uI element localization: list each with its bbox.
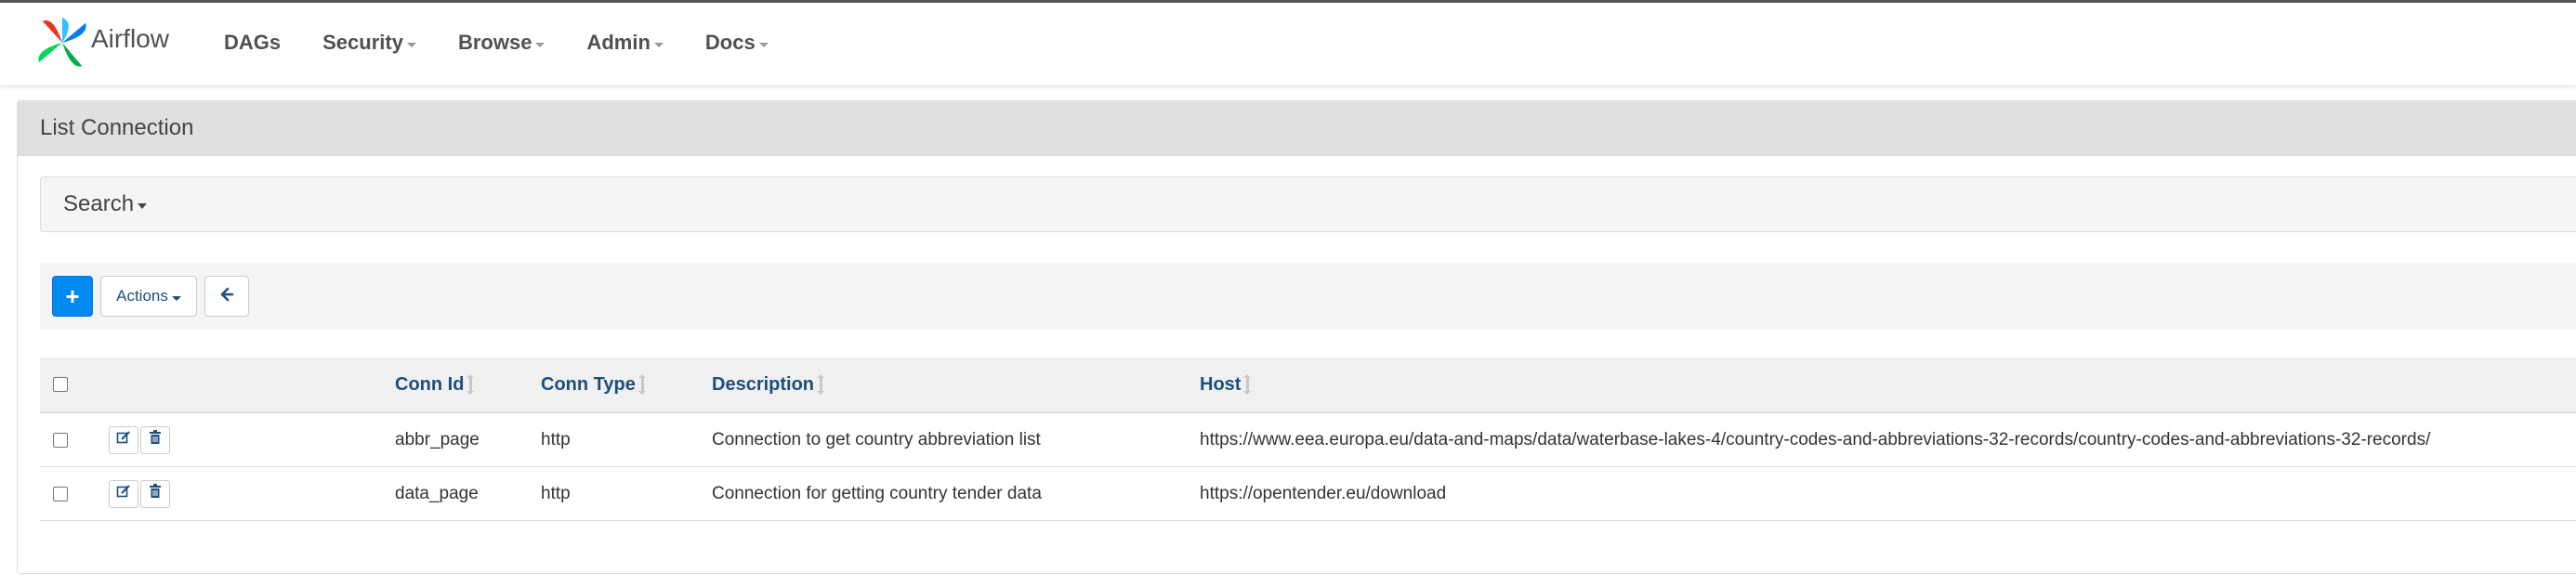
host-cell: https://www.eea.europa.eu/data-and-maps/… xyxy=(1200,429,2431,449)
row-select-cell xyxy=(53,413,68,466)
delete-record-button[interactable] xyxy=(140,425,170,454)
nav-item-dags[interactable]: DAGs xyxy=(224,31,281,55)
conn-type-cell: http xyxy=(541,429,571,449)
edit-icon xyxy=(116,430,131,450)
top-navbar: Airflow DAGs Security Browse Admin Docs xyxy=(0,0,2576,86)
table-header: Conn Id Conn Type Description Host xyxy=(40,358,2576,413)
chevron-down-icon xyxy=(535,42,545,47)
delete-record-button[interactable] xyxy=(140,479,170,508)
list-connection-panel: List Connection Search + Actions Conn Id xyxy=(17,100,2576,574)
search-label: Search xyxy=(63,191,135,216)
column-header-host[interactable]: Host xyxy=(1200,358,1252,411)
sort-icon xyxy=(1243,374,1252,395)
nav-item-label: DAGs xyxy=(224,31,282,54)
table-row: data_page http Connection for getting co… xyxy=(40,467,2576,521)
back-button[interactable] xyxy=(204,276,249,317)
page-title: List Connection xyxy=(40,115,194,140)
column-header-label: Conn Id xyxy=(395,373,465,395)
nav-item-label: Admin xyxy=(586,31,651,54)
airflow-logo-icon xyxy=(35,16,89,74)
host-cell: https://opentender.eu/download xyxy=(1200,483,1447,503)
conn-id-cell: abbr_page xyxy=(395,429,480,449)
conn-type-cell: http xyxy=(541,483,571,503)
row-actions xyxy=(109,413,170,466)
column-header-conn-type[interactable]: Conn Type xyxy=(541,358,646,411)
connections-table: Conn Id Conn Type Description Host abbr_… xyxy=(40,358,2576,521)
sort-icon xyxy=(637,374,646,395)
chevron-down-icon xyxy=(653,42,664,47)
panel-heading: List Connection xyxy=(18,101,2576,156)
column-header-label: Conn Type xyxy=(541,373,636,395)
description-cell: Connection for getting country tender da… xyxy=(712,483,1042,503)
row-select-cell xyxy=(53,467,68,520)
list-toolbar: + Actions xyxy=(40,263,2576,330)
chevron-down-icon xyxy=(406,42,416,47)
nav-item-security[interactable]: Security xyxy=(322,31,416,55)
conn-id-cell: data_page xyxy=(395,483,479,503)
plus-icon: + xyxy=(65,281,80,310)
actions-label: Actions xyxy=(116,287,168,305)
nav-item-browse[interactable]: Browse xyxy=(458,31,545,55)
column-header-label: Host xyxy=(1200,373,1242,395)
row-actions xyxy=(109,467,170,520)
row-checkbox[interactable] xyxy=(53,432,68,448)
chevron-down-icon xyxy=(171,295,181,301)
edit-record-button[interactable] xyxy=(109,479,138,508)
sort-icon xyxy=(467,374,475,395)
arrow-left-icon xyxy=(219,287,234,306)
edit-record-button[interactable] xyxy=(109,425,138,454)
main-nav: DAGs Security Browse Admin Docs xyxy=(224,31,810,55)
select-all-checkbox[interactable] xyxy=(53,377,68,392)
nav-item-label: Docs xyxy=(704,31,756,54)
nav-item-label: Browse xyxy=(457,31,532,54)
actions-dropdown-button[interactable]: Actions xyxy=(100,276,197,317)
column-header-conn-id[interactable]: Conn Id xyxy=(395,358,475,411)
chevron-down-icon xyxy=(758,42,769,47)
select-all-cell xyxy=(53,358,68,411)
brand-link[interactable]: Airflow xyxy=(35,16,169,74)
edit-icon xyxy=(116,484,131,504)
description-cell: Connection to get country abbreviation l… xyxy=(712,429,1041,449)
nav-item-admin[interactable]: Admin xyxy=(586,31,664,55)
trash-icon xyxy=(149,483,162,504)
brand-name: Airflow xyxy=(91,23,170,53)
chevron-down-icon xyxy=(138,203,148,209)
nav-item-label: Security xyxy=(322,31,403,54)
search-toggle[interactable]: Search xyxy=(40,176,2576,232)
column-header-description[interactable]: Description xyxy=(712,358,825,411)
trash-icon xyxy=(149,429,162,450)
nav-item-docs[interactable]: Docs xyxy=(705,31,769,55)
add-connection-button[interactable]: + xyxy=(52,276,93,317)
sort-icon xyxy=(817,374,825,395)
row-checkbox[interactable] xyxy=(53,486,68,501)
table-row: abbr_page http Connection to get country… xyxy=(40,413,2576,467)
column-header-label: Description xyxy=(712,373,815,395)
